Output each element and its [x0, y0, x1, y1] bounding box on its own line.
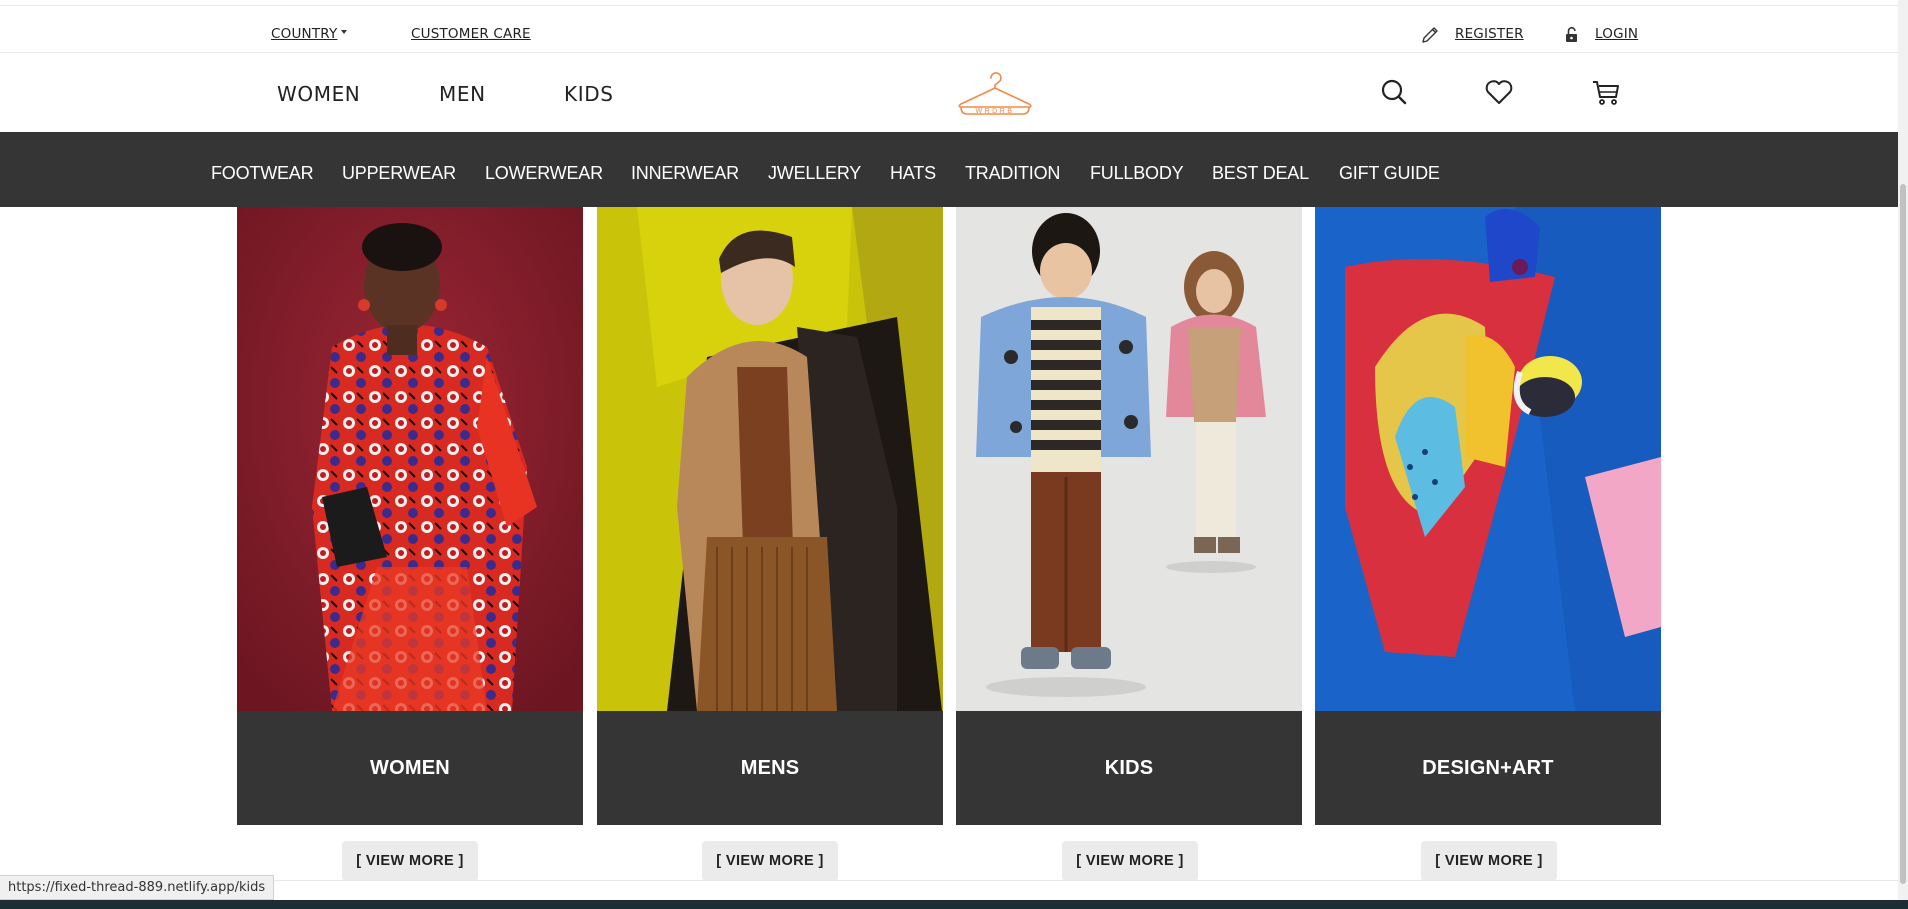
country-label: COUNTRY — [271, 26, 338, 42]
nav-men-link[interactable]: MEN — [439, 82, 486, 106]
category-tradition[interactable]: TRADITION — [965, 163, 1060, 184]
nav-women-link[interactable]: WOMEN — [277, 82, 360, 106]
category-jwellery[interactable]: JWELLERY — [768, 163, 861, 184]
category-innerwear[interactable]: INNERWEAR — [631, 163, 739, 184]
category-upperwear[interactable]: UPPERWEAR — [342, 163, 456, 184]
page-scrollbar[interactable] — [1898, 0, 1908, 900]
taskbar-edge — [0, 900, 1908, 909]
women-card-image — [237, 207, 583, 711]
customer-care-link[interactable]: CUSTOMER CARE — [411, 26, 531, 42]
card-label-women: WOMEN — [237, 711, 583, 825]
cart-icon[interactable] — [1590, 76, 1622, 108]
category-lowerwear[interactable]: LOWERWEAR — [485, 163, 603, 184]
category-best-deal[interactable]: BEST DEAL — [1212, 163, 1309, 184]
category-gift-guide[interactable]: GIFT GUIDE — [1339, 163, 1440, 184]
design-art-card-image — [1315, 207, 1661, 711]
login-link[interactable]: LOGIN — [1595, 26, 1638, 42]
category-footwear[interactable]: FOOTWEAR — [211, 163, 314, 184]
unlock-icon — [1566, 27, 1577, 42]
pencil-icon — [1422, 27, 1438, 43]
search-icon[interactable] — [1378, 76, 1410, 108]
caret-down-icon — [341, 30, 348, 34]
register-link[interactable]: REGISTER — [1455, 26, 1524, 42]
country-dropdown[interactable]: COUNTRY — [271, 26, 348, 42]
nav-kids-link[interactable]: KIDS — [564, 82, 614, 106]
view-more-button-mens[interactable]: [ VIEW MORE ] — [702, 841, 838, 881]
card-label-design-art: DESIGN+ART — [1315, 711, 1661, 825]
card-label-mens: MENS — [597, 711, 943, 825]
kids-card-image — [956, 207, 1302, 711]
view-more-button-design-art[interactable]: [ VIEW MORE ] — [1421, 841, 1557, 881]
heart-icon[interactable] — [1483, 76, 1515, 108]
hanger-logo-icon[interactable]: WRDRB — [955, 64, 1035, 124]
link-status-url: https://fixed-thread-889.netlify.app/kid… — [0, 875, 275, 900]
category-bar: FOOTWEAR UPPERWEAR LOWERWEAR INNERWEAR J… — [0, 132, 1898, 207]
view-more-button-kids[interactable]: [ VIEW MORE ] — [1062, 841, 1198, 881]
scrollbar-thumb[interactable] — [1900, 184, 1906, 884]
category-hats[interactable]: HATS — [890, 163, 936, 184]
view-more-button-women[interactable]: [ VIEW MORE ] — [342, 841, 478, 881]
mens-card-image — [597, 207, 943, 711]
utility-bar: COUNTRY CUSTOMER CARE REGISTER LOGIN — [0, 6, 1898, 53]
main-nav: WOMEN MEN KIDS WRDRB — [0, 54, 1898, 132]
content-bottom-divider — [0, 880, 1898, 881]
logo-text: WRDRB — [976, 108, 1015, 115]
category-fullbody[interactable]: FULLBODY — [1090, 163, 1184, 184]
card-label-kids: KIDS — [956, 711, 1302, 825]
